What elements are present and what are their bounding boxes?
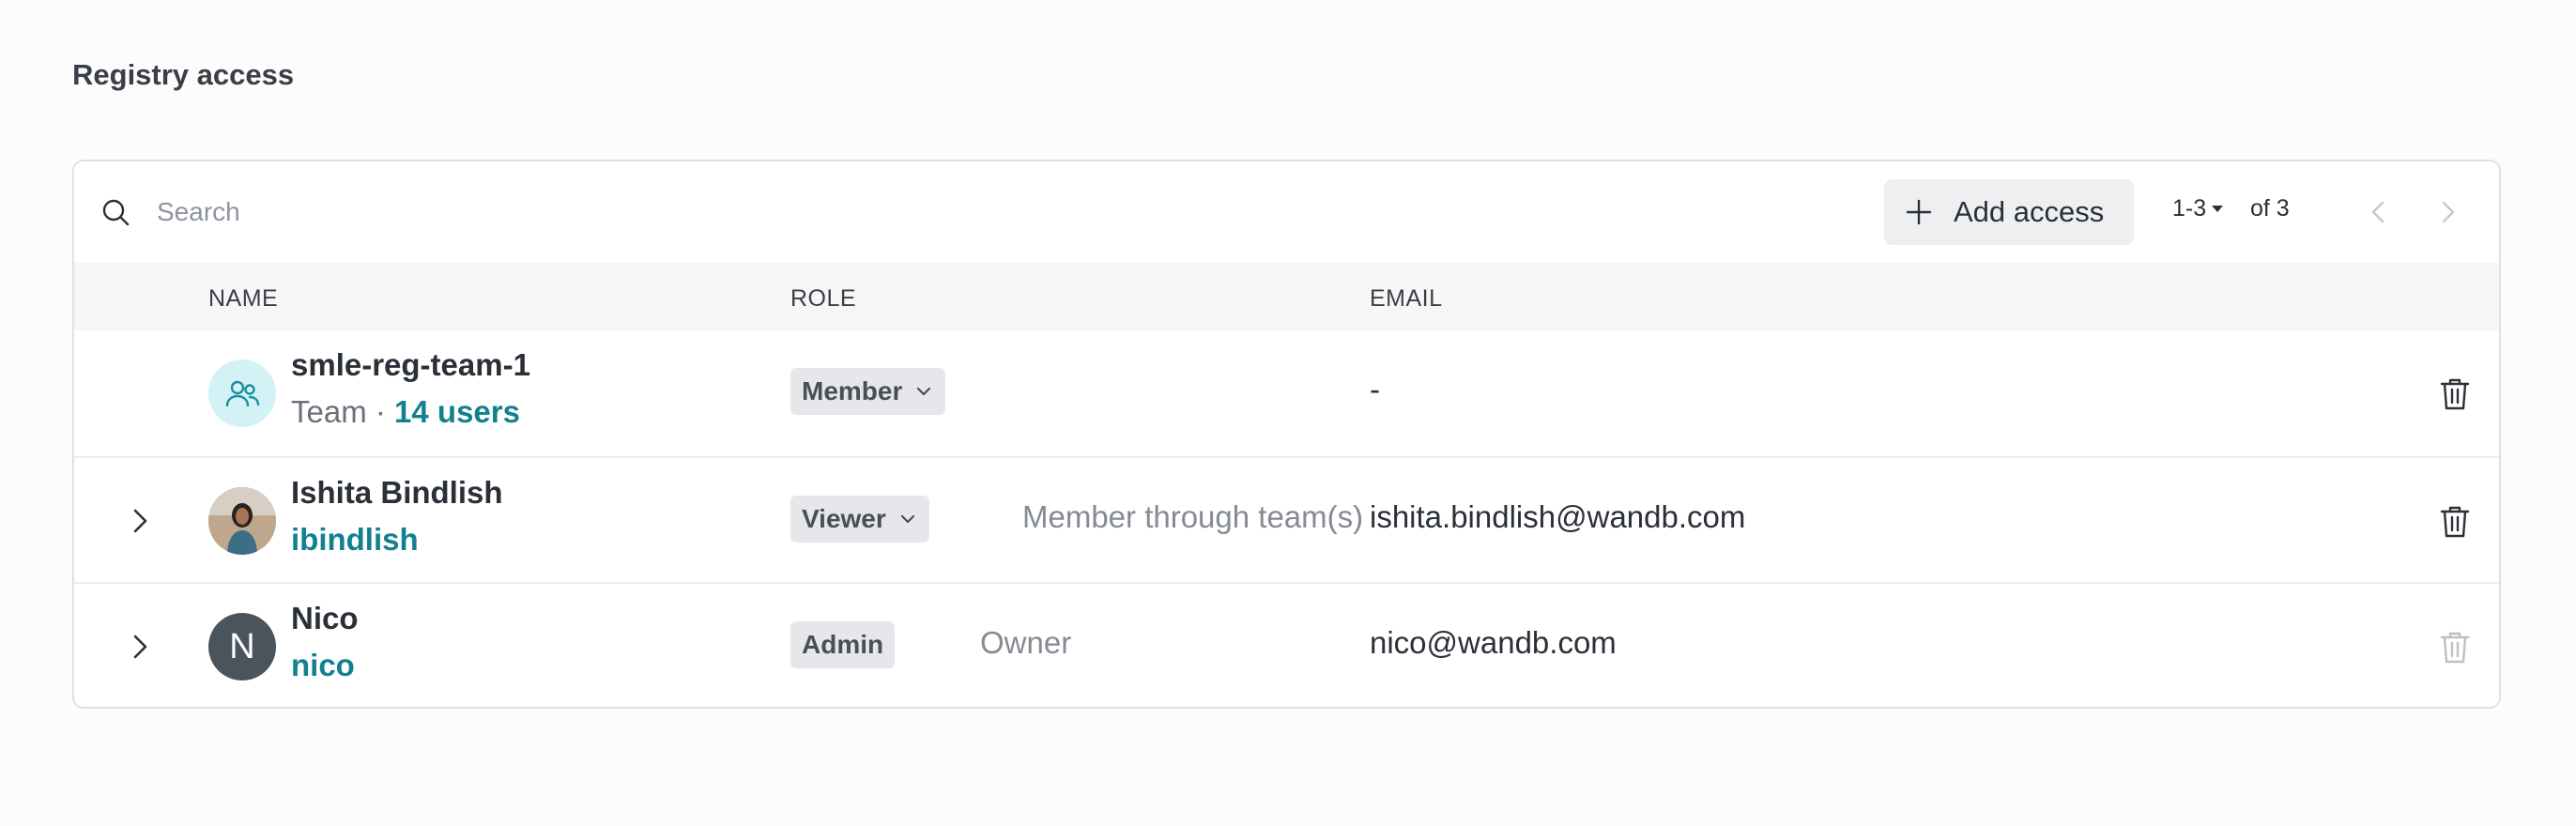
plus-icon (1906, 199, 1932, 225)
avatar (208, 487, 276, 555)
column-header-name: NAME (208, 285, 279, 312)
table-header: NAME ROLE EMAIL (74, 263, 2499, 330)
team-avatar (208, 359, 276, 427)
caret-down-icon (2212, 206, 2224, 212)
table-row: smle-reg-team-1 Team · 14 users Member - (74, 330, 2499, 456)
search-icon (102, 199, 130, 226)
page-range-value: 1-3 (2172, 195, 2207, 222)
role-value: Member (802, 376, 903, 405)
next-page-button[interactable] (2430, 195, 2464, 229)
chevron-right-icon[interactable] (121, 628, 159, 665)
role-note: Owner (980, 625, 1072, 660)
previous-page-button[interactable] (2362, 195, 2396, 229)
row-subtitle: Team · 14 users (291, 394, 520, 430)
chevron-down-icon (917, 387, 931, 396)
role-note: Member through team(s) (1022, 499, 1364, 534)
row-subtitle: ibindlish (291, 522, 419, 558)
team-icon (225, 380, 260, 407)
avatar: N (208, 613, 276, 681)
page-title: Registry access (72, 58, 295, 91)
row-name: smle-reg-team-1 (291, 347, 530, 382)
add-access-button[interactable]: Add access (1884, 179, 2134, 245)
delete-icon (2440, 632, 2470, 664)
row-name: Ishita Bindlish (291, 475, 503, 510)
table-toolbar: Add access 1-3 of 3 (74, 161, 2499, 263)
role-value: Viewer (802, 504, 886, 533)
chevron-right-icon[interactable] (121, 502, 159, 540)
row-type: Team · (291, 394, 395, 429)
role-select[interactable]: Viewer (790, 496, 929, 543)
page-total: of 3 (2250, 195, 2290, 222)
row-email: ishita.bindlish@wandb.com (1370, 499, 1746, 534)
access-table: Add access 1-3 of 3 NAME ROLE EMAIL smle… (72, 160, 2501, 709)
role-badge: Admin (790, 621, 896, 668)
table-row: N Nico nico Admin Owner nico@wandb.com (74, 582, 2499, 707)
row-email: nico@wandb.com (1370, 625, 1617, 660)
column-header-email: EMAIL (1370, 285, 1443, 312)
column-header-role: ROLE (790, 285, 857, 312)
username-link[interactable]: nico (291, 648, 355, 682)
chevron-down-icon (900, 514, 914, 524)
search-input[interactable] (157, 190, 1002, 235)
table-row: Ishita Bindlish ibindlish Viewer Member … (74, 456, 2499, 582)
delete-icon[interactable] (2436, 502, 2474, 540)
add-access-label: Add access (1954, 195, 2105, 228)
role-select[interactable]: Member (790, 368, 946, 415)
username-link[interactable]: ibindlish (291, 522, 419, 557)
row-email: - (1370, 372, 1380, 406)
chevron-right-icon (2442, 201, 2455, 223)
delete-icon[interactable] (2436, 375, 2474, 412)
chevron-left-icon (2371, 201, 2384, 223)
team-users-link[interactable]: 14 users (394, 394, 520, 429)
row-name: Nico (291, 601, 359, 635)
page-range-select[interactable]: 1-3 (2172, 195, 2224, 222)
role-value: Admin (802, 630, 884, 659)
row-subtitle: nico (291, 648, 355, 683)
user-photo (208, 487, 276, 555)
